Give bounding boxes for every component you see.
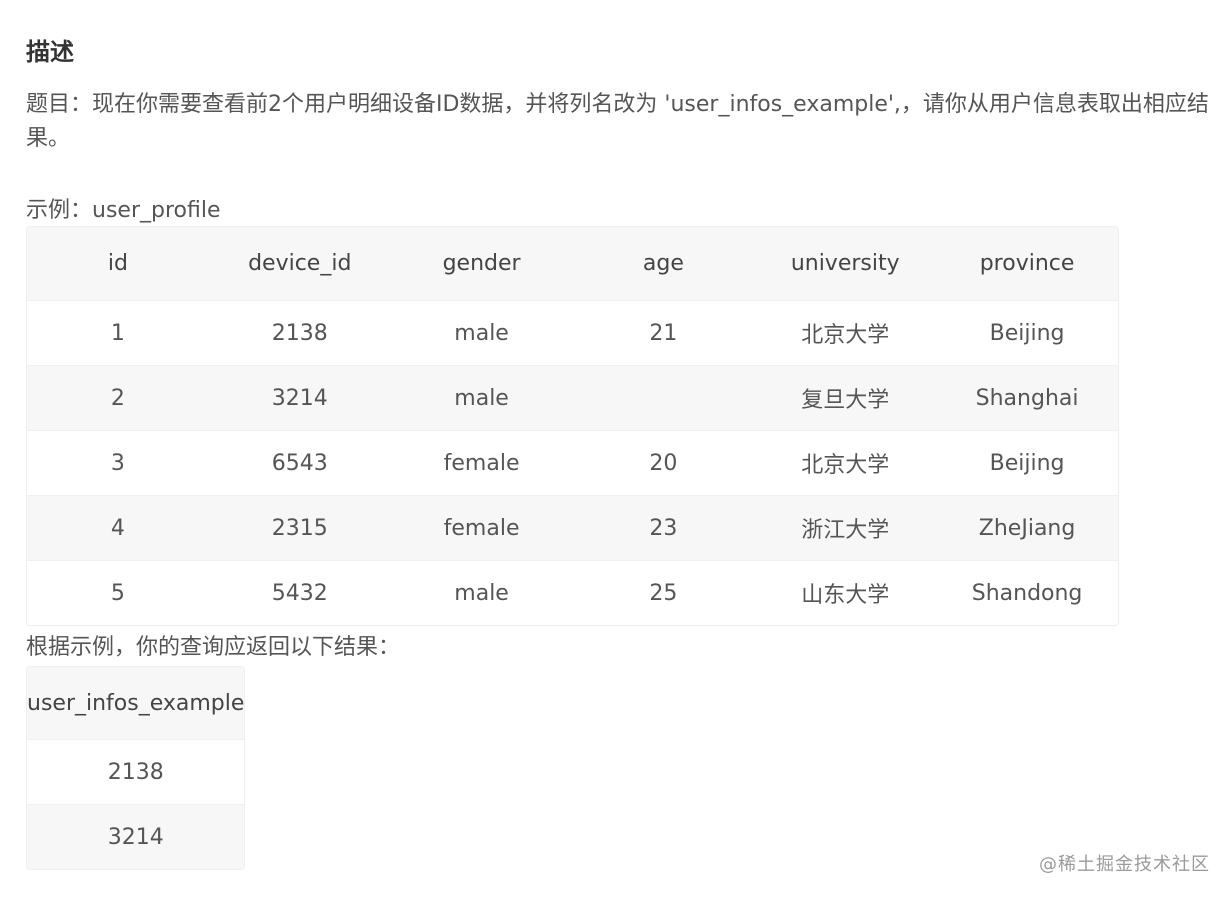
table-cell: 20	[572, 430, 755, 496]
table-cell: 浙江大学	[754, 495, 937, 561]
problem-description: 题目：现在你需要查看前2个用户明细设备ID数据，并将列名改为 'user_inf…	[26, 92, 1209, 151]
table-cell: Shandong	[936, 560, 1118, 625]
table-row: 4 2315 female 23 浙江大学 ZheJiang	[27, 495, 1118, 561]
result-table: user_infos_example 2138 3214	[27, 667, 245, 869]
column-header: province	[936, 227, 1118, 301]
result-label: 根据示例，你的查询应返回以下结果：	[26, 635, 401, 660]
column-header: university	[754, 227, 937, 301]
example-label: 示例：user_profile	[26, 198, 221, 223]
table-cell: 2138	[27, 739, 245, 805]
section-heading: 描述	[26, 38, 74, 66]
table-cell: male	[390, 560, 573, 625]
table-cell: 3	[27, 430, 209, 496]
table-cell: Beijing	[936, 430, 1118, 496]
table-cell: 北京大学	[754, 300, 937, 366]
user-profile-table: id device_id gender age university provi…	[27, 227, 1118, 625]
result-table-wrap: user_infos_example 2138 3214	[26, 666, 246, 870]
table-cell: 23	[572, 495, 755, 561]
user-profile-table-wrap: id device_id gender age university provi…	[26, 226, 1119, 626]
table-cell: male	[390, 365, 573, 431]
table-cell: 21	[572, 300, 755, 366]
table-row: 3214	[27, 804, 245, 869]
table-row: 2 3214 male 复旦大学 Shanghai	[27, 365, 1118, 431]
table-cell: 5	[27, 560, 209, 625]
table-header-row: id device_id gender age university provi…	[27, 227, 1118, 301]
column-header: device_id	[208, 227, 391, 301]
column-header: id	[27, 227, 209, 301]
table-cell: 山东大学	[754, 560, 937, 625]
table-cell: 3214	[208, 365, 391, 431]
table-cell: male	[390, 300, 573, 366]
table-cell: 25	[572, 560, 755, 625]
table-cell: Shanghai	[936, 365, 1118, 431]
table-row: 1 2138 male 21 北京大学 Beijing	[27, 300, 1118, 366]
table-cell: ZheJiang	[936, 495, 1118, 561]
watermark: @稀土掘金技术社区	[1039, 854, 1210, 875]
table-cell: 2315	[208, 495, 391, 561]
table-cell: 5432	[208, 560, 391, 625]
table-cell: female	[390, 430, 573, 496]
table-row: 2138	[27, 739, 245, 805]
column-header: user_infos_example	[27, 667, 245, 740]
table-cell: female	[390, 495, 573, 561]
column-header: age	[572, 227, 755, 301]
table-header-row: user_infos_example	[27, 667, 245, 740]
problem-page: 描述 题目：现在你需要查看前2个用户明细设备ID数据，并将列名改为 'user_…	[26, 34, 1226, 874]
table-cell: 1	[27, 300, 209, 366]
table-cell: 3214	[27, 804, 245, 869]
table-cell: Beijing	[936, 300, 1118, 366]
table-cell: 2138	[208, 300, 391, 366]
column-header: gender	[390, 227, 573, 301]
table-cell: 6543	[208, 430, 391, 496]
table-cell	[572, 365, 755, 431]
table-cell: 复旦大学	[754, 365, 937, 431]
table-cell: 4	[27, 495, 209, 561]
table-cell: 北京大学	[754, 430, 937, 496]
table-row: 3 6543 female 20 北京大学 Beijing	[27, 430, 1118, 496]
table-row: 5 5432 male 25 山东大学 Shandong	[27, 560, 1118, 625]
table-cell: 2	[27, 365, 209, 431]
